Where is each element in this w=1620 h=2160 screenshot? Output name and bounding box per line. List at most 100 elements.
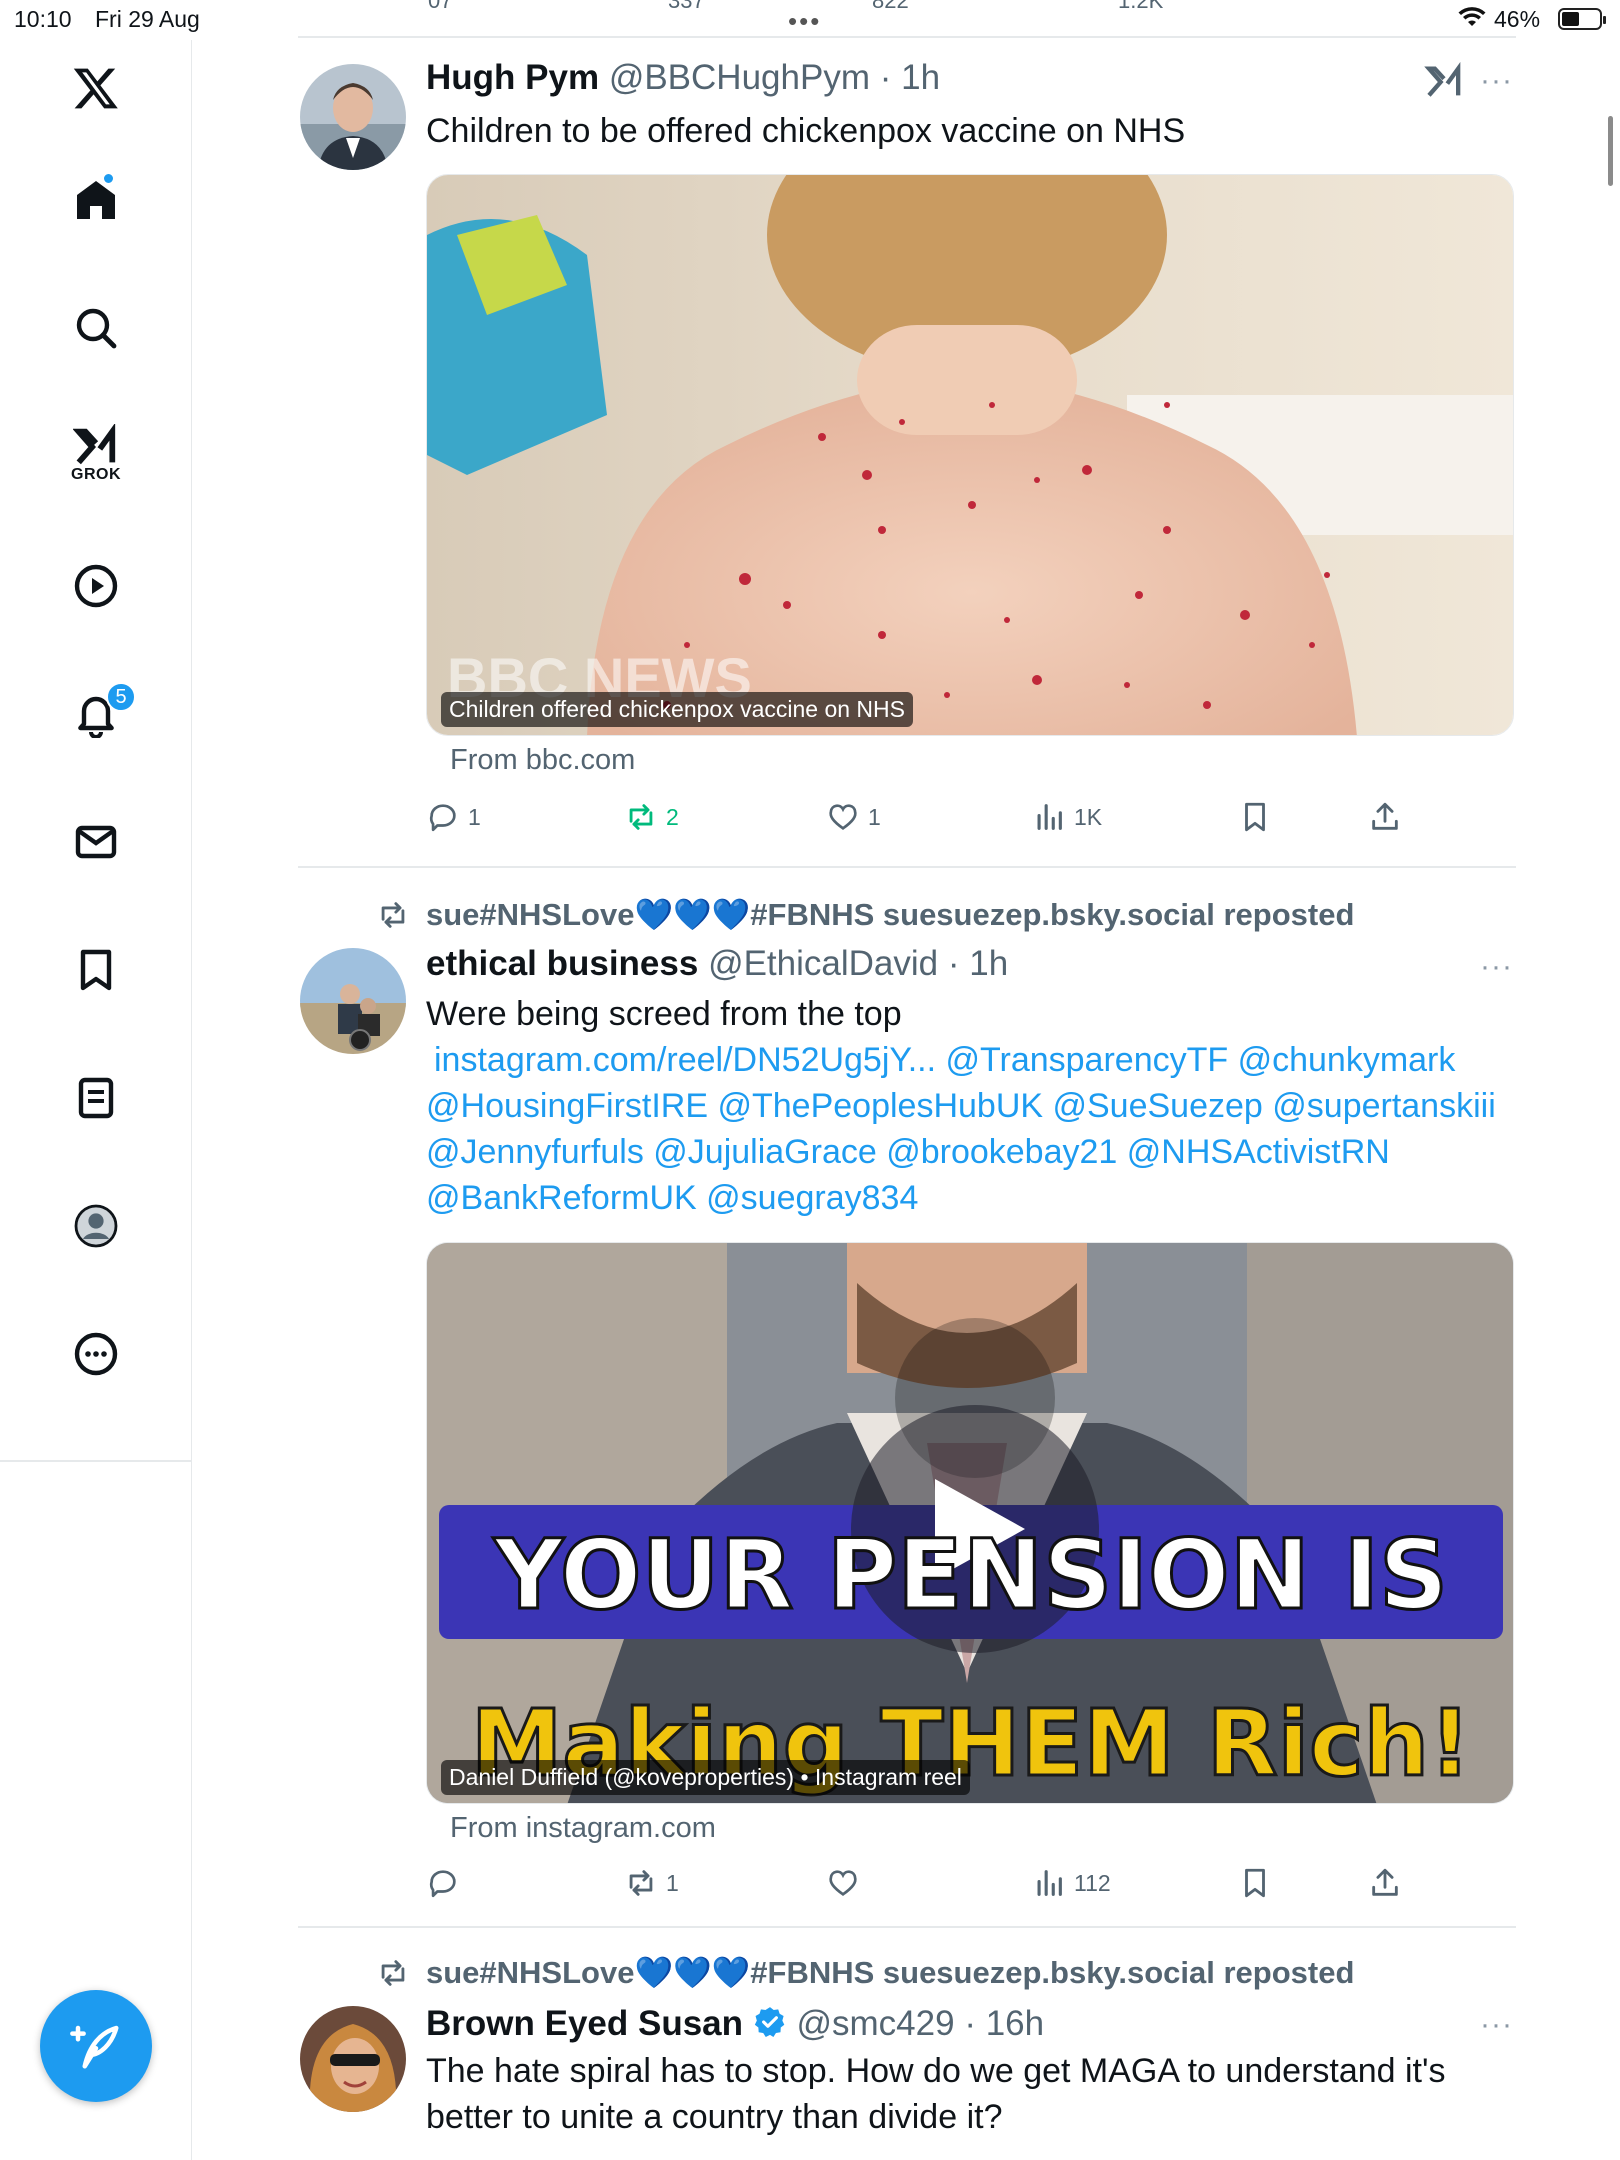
sidebar-divider <box>0 1460 192 1462</box>
reply-icon <box>429 804 456 832</box>
like-button[interactable] <box>826 1866 868 1900</box>
link-source[interactable]: From instagram.com <box>450 1812 716 1845</box>
author-handle[interactable]: @EthicalDavid <box>708 944 938 983</box>
share-icon <box>1372 1868 1398 1896</box>
like-count: 1 <box>868 803 881 830</box>
avatar[interactable] <box>300 2006 406 2112</box>
repost-button[interactable]: 1 <box>624 1866 679 1900</box>
tweet-separator <box>298 866 1516 868</box>
grok-explain-icon[interactable] <box>1424 61 1464 107</box>
bookmark-icon <box>1245 1868 1265 1898</box>
sidebar-item-grok[interactable]: GROK <box>54 412 138 496</box>
tweet-actions: 1 2 1 1K <box>426 800 1516 844</box>
avatar[interactable] <box>300 64 406 170</box>
share-icon <box>1372 802 1398 830</box>
avatar[interactable] <box>300 948 406 1054</box>
views-count: 112 <box>1074 1869 1111 1896</box>
reply-icon <box>429 1870 456 1898</box>
blue-hearts-emoji: 💙💙💙 <box>634 897 751 932</box>
views-icon <box>1037 804 1062 830</box>
sidebar-item-video[interactable] <box>54 544 138 628</box>
sidebar-item-home[interactable] <box>54 158 138 242</box>
reply-count: 1 <box>468 803 481 830</box>
more-circle-icon <box>74 1332 118 1376</box>
bookmark-icon <box>1245 802 1265 832</box>
bookmark-button[interactable] <box>1238 800 1272 834</box>
repost-attribution[interactable]: sue#NHSLove💙💙💙#FBNHS suesuezep.bsky.soci… <box>426 896 1354 933</box>
sidebar-item-more[interactable] <box>54 1312 138 1396</box>
repost-suffix: #FBNHS suesuezep.bsky.social reposted <box>750 897 1355 932</box>
like-button[interactable]: 1 <box>826 800 881 834</box>
bookmark-icon <box>80 949 112 991</box>
x-logo-icon[interactable] <box>54 46 138 130</box>
sidebar-item-profile[interactable] <box>54 1184 138 1268</box>
views-icon <box>1037 1870 1062 1896</box>
heart-icon <box>829 1870 857 1896</box>
link-source[interactable]: From bbc.com <box>450 744 635 777</box>
views-button[interactable]: 1K <box>1032 800 1102 834</box>
repost-attribution[interactable]: sue#NHSLove💙💙💙#FBNHS suesuezep.bsky.soci… <box>426 1954 1354 1991</box>
status-date: Fri 29 Aug <box>95 6 200 32</box>
link-card-video[interactable]: YOUR PENSION IS Making THEM Rich! Daniel… <box>426 1242 1514 1804</box>
profile-icon <box>74 1204 118 1248</box>
repost-icon <box>629 1870 653 1896</box>
reply-button[interactable] <box>426 1866 468 1900</box>
author-handle[interactable]: @smc429 <box>797 2004 955 2043</box>
repost-indicator-icon <box>381 902 405 928</box>
author-handle[interactable]: @BBCHughPym <box>609 58 870 97</box>
prev-reply-count[interactable]: 07 <box>428 0 452 14</box>
mail-icon <box>75 825 117 859</box>
prev-like-count[interactable]: 822 <box>872 0 909 14</box>
verified-badge-icon <box>754 2007 785 2038</box>
link-card-image[interactable]: BBC NEWS Children offered chickenpox vac… <box>426 174 1514 736</box>
prev-views-count[interactable]: 1.2K <box>1118 0 1163 14</box>
sidebar-item-messages[interactable] <box>54 800 138 884</box>
tweet-text: Children to be offered chickenpox vaccin… <box>426 112 1186 150</box>
grok-label: GROK <box>71 466 121 483</box>
repost-count: 2 <box>666 803 679 830</box>
status-time: 10:10 <box>14 6 72 32</box>
bookmark-button[interactable] <box>1238 1866 1272 1900</box>
prev-tweet-actions: 07 337 822 1.2K <box>298 0 1516 24</box>
video-banner-line-1: YOUR PENSION IS <box>493 1519 1448 1631</box>
blue-hearts-emoji: 💙💙💙 <box>634 1955 751 1990</box>
tweet-text: Were being screed from the top <box>426 995 902 1033</box>
scrollbar[interactable] <box>1608 116 1613 186</box>
more-options-button[interactable]: ··· <box>1480 950 1513 984</box>
sidebar-item-lists[interactable] <box>54 1056 138 1140</box>
play-icon <box>74 564 118 608</box>
list-icon <box>78 1077 114 1119</box>
views-button[interactable]: 112 <box>1032 1866 1111 1900</box>
tweet-time[interactable]: · 1h <box>948 944 1008 983</box>
heart-icon <box>829 804 857 830</box>
more-options-button[interactable]: ··· <box>1480 2008 1513 2042</box>
reply-button[interactable]: 1 <box>426 800 481 834</box>
share-button[interactable] <box>1368 1866 1402 1900</box>
tweet-links-mentions[interactable]: instagram.com/reel/DN52Ug5jY... @Transpa… <box>426 1037 1516 1221</box>
sidebar-nav: GROK 5 <box>0 40 192 2160</box>
tweet-actions: 1 112 <box>426 1866 1516 1910</box>
author-name[interactable]: ethical business <box>426 944 698 983</box>
repost-icon <box>629 804 653 830</box>
compose-icon <box>70 2025 119 2069</box>
share-button[interactable] <box>1368 800 1402 834</box>
compose-button[interactable] <box>40 1990 152 2102</box>
sidebar-item-notifications[interactable]: 5 <box>54 672 138 756</box>
notification-badge: 5 <box>106 682 136 712</box>
sidebar-item-bookmarks[interactable] <box>54 928 138 1012</box>
author-name[interactable]: Hugh Pym <box>426 58 599 97</box>
grok-icon <box>73 424 116 465</box>
reposter-name: sue#NHSLove <box>426 897 635 932</box>
tweet-separator <box>298 1926 1516 1928</box>
link-card-title: Daniel Duffield (@koveproperties) • Inst… <box>441 1760 970 1795</box>
prev-repost-count[interactable]: 337 <box>668 0 705 14</box>
repost-button[interactable]: 2 <box>624 800 679 834</box>
author-name[interactable]: Brown Eyed Susan <box>426 2004 743 2043</box>
tweet-header: Hugh Pym @BBCHughPym · 1h <box>426 58 940 98</box>
more-options-button[interactable]: ··· <box>1480 64 1513 98</box>
battery-icon <box>1558 8 1606 30</box>
tweet-time[interactable]: · 16h <box>964 2004 1044 2043</box>
sidebar-item-search[interactable] <box>54 286 138 370</box>
search-icon <box>76 308 117 349</box>
tweet-time[interactable]: · 1h <box>880 58 940 97</box>
